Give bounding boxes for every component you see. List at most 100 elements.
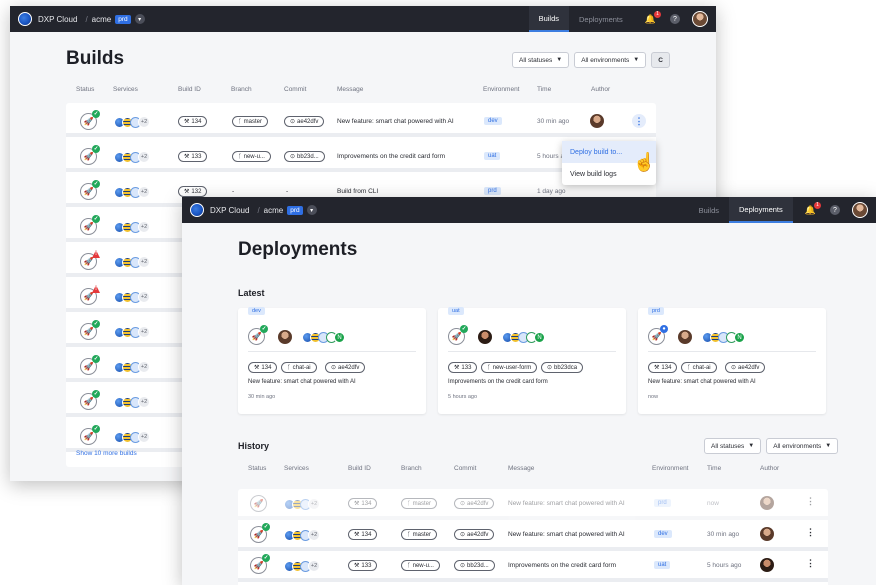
time: 30 min ago (707, 531, 740, 538)
message: New feature: smart chat powered with AI (648, 379, 756, 385)
env-badge: prd (484, 187, 501, 195)
build-id-pill[interactable]: ⚒ 134 (648, 362, 678, 373)
commit-pill[interactable]: ⊙ bb23d... (454, 560, 495, 571)
build-id-pill[interactable]: ⚒ 134 (348, 529, 378, 540)
status-filter[interactable]: All statuses ▼ (512, 52, 570, 68)
help-icon[interactable]: ? (830, 205, 840, 215)
branch-pill[interactable]: ᚴ master (401, 498, 437, 509)
commit-pill[interactable]: ⊙ ae42dfv (284, 116, 325, 127)
build-id-pill[interactable]: ⚒ 134 (348, 498, 378, 509)
clear-filter-button[interactable]: C (651, 52, 670, 68)
environment-filter[interactable]: All environments ▼ (574, 52, 647, 68)
more-vertical-icon[interactable]: ⋮ (632, 114, 646, 128)
top-nav-bar: DXP Cloud / acme prd ▾ Builds Deployment… (182, 197, 876, 223)
table-row[interactable]: 🚀 ✓ +2 ⚒ 133 ᚴ new-u... ⊙ bb23d... Improveme… (238, 551, 828, 582)
services-stack: +2 (114, 151, 150, 163)
filter-bar: All statuses ▼ All environments ▼ C (512, 52, 670, 68)
user-avatar[interactable] (692, 11, 708, 27)
status-filter[interactable]: All statuses ▼ (704, 438, 762, 454)
more-vertical-icon[interactable]: ⋮ (806, 527, 815, 538)
breadcrumb-separator: / (257, 205, 260, 215)
chevron-down-icon[interactable]: ▾ (134, 14, 145, 24)
dxp-logo-icon[interactable] (190, 203, 204, 217)
branch-pill[interactable]: ᚴ master (401, 529, 437, 540)
env-badge: uat (448, 307, 464, 315)
avatar (760, 496, 774, 510)
show-more-link[interactable]: Show 10 more builds (76, 450, 137, 457)
chevron-down-icon[interactable]: ▾ (306, 205, 317, 215)
branch-icon: ᚴ (238, 153, 242, 160)
tab-deployments[interactable]: Deployments (729, 197, 793, 223)
services-stack: +2 (114, 326, 150, 338)
build-id-pill[interactable]: ⚒ 132 (178, 186, 208, 197)
message: Improvements on the credit card form (508, 562, 617, 569)
bell-icon[interactable]: 🔔 1 (805, 201, 821, 216)
services-stack: +2 (114, 256, 150, 268)
avatar (760, 558, 774, 572)
services-stack: +2 (284, 529, 320, 541)
history-list: 🚀 +2 ⚒ 134 ᚴ master ⊙ ae42dfv New feature: … (238, 489, 828, 585)
services-more: +2 (138, 116, 150, 128)
build-id-pill[interactable]: ⚒ 133 (178, 151, 208, 162)
rocket-icon: 🚀 ✓ (80, 390, 100, 410)
commit-pill[interactable]: ⊙ bb23dca (541, 362, 584, 373)
avatar (678, 330, 692, 344)
time: 5 hours ago (448, 394, 478, 400)
commit-pill[interactable]: ⊙ ae42dfv (454, 529, 495, 540)
env-tag: prd (287, 205, 303, 215)
col-message: Message (337, 86, 364, 93)
tab-deployments[interactable]: Deployments (569, 6, 633, 32)
services-stack: +2 (114, 396, 150, 408)
caret-down-icon: ▼ (556, 57, 563, 63)
avatar (760, 527, 774, 541)
build-id-pill[interactable]: ⚒ 133 (448, 362, 478, 373)
message: Build from CLI (337, 188, 379, 195)
rocket-icon: 🚀 ● (648, 325, 668, 345)
table-row[interactable]: 🚀 ✓ +2 ⚒ 134 ᚴ master ⊙ ae42dfv New feature:… (66, 106, 656, 137)
services-stack: +2 (284, 498, 320, 510)
message: Improvements on the credit card form (448, 379, 548, 385)
deployment-card-uat[interactable]: uat 🚀 ✓ N ⚒ 133 ᚴ new-user-form ⊙ bb23dca Im… (438, 307, 626, 414)
col-author: Author (591, 86, 611, 93)
branch-pill[interactable]: ᚴ master (232, 116, 268, 127)
commit-pill[interactable]: ⊙ ae42dfv (325, 362, 366, 373)
top-nav-bar: DXP Cloud / acme prd ▾ Builds Deployment… (10, 6, 716, 32)
warning-icon: ! (92, 250, 100, 258)
tab-builds[interactable]: Builds (528, 6, 569, 32)
environment-filter[interactable]: All environments ▼ (766, 438, 839, 454)
env-badge: prd (654, 499, 671, 507)
col-status: Status (248, 465, 267, 472)
tab-builds[interactable]: Builds (689, 197, 729, 223)
build-id-pill[interactable]: ⚒ 134 (178, 116, 208, 127)
deployment-card-dev[interactable]: dev 🚀 ✓ N ⚒ 134 ᚴ chat-ai ⊙ ae42dfv New feat… (238, 307, 426, 414)
org-name[interactable]: acme (92, 15, 112, 24)
bell-icon[interactable]: 🔔 1 (645, 10, 661, 25)
more-vertical-icon[interactable]: ⋮ (806, 496, 815, 507)
org-name[interactable]: acme (264, 206, 284, 215)
branch-pill[interactable]: ᚴ new-u... (401, 560, 440, 571)
commit-pill[interactable]: ⊙ ae42dfv (454, 498, 495, 509)
dxp-logo-icon[interactable] (18, 12, 32, 26)
build-id-pill[interactable]: ⚒ 133 (348, 560, 378, 571)
history-filter-bar: All statuses ▼ All environments ▼ (704, 438, 839, 454)
rocket-icon: 🚀 ✓ (80, 215, 100, 235)
message: Improvements on the credit card form (337, 153, 446, 160)
more-vertical-icon[interactable]: ⋮ (806, 558, 815, 569)
commit-pill[interactable]: ⊙ ae42dfv (725, 362, 766, 373)
commit-pill[interactable]: ⊙ bb23d... (284, 151, 325, 162)
table-row[interactable]: 🚀 ✓ +2 ⚒ 134 ᚴ master ⊙ ae42dfv New feature:… (238, 520, 828, 551)
branch-pill[interactable]: ᚴ new-u... (232, 151, 271, 162)
message: New feature: smart chat powered with AI (508, 531, 625, 538)
col-build-id: Build ID (178, 86, 201, 93)
branch-pill[interactable]: ᚴ new-user-form (481, 362, 538, 373)
user-avatar[interactable] (852, 202, 868, 218)
branch-pill[interactable]: ᚴ chat-ai (681, 362, 717, 373)
build-id-pill[interactable]: ⚒ 134 (248, 362, 278, 373)
col-time: Time (537, 86, 552, 93)
env-badge: dev (248, 307, 265, 315)
help-icon[interactable]: ? (670, 14, 680, 24)
branch-pill[interactable]: ᚴ chat-ai (281, 362, 317, 373)
deployment-card-prd[interactable]: prd 🚀 ● N ⚒ 134 ᚴ chat-ai ⊙ ae42dfv New feat… (638, 307, 826, 414)
col-build-id: Build ID (348, 465, 371, 472)
table-row[interactable]: 🚀 +2 ⚒ 134 ᚴ master ⊙ ae42dfv New feature: … (238, 489, 828, 520)
